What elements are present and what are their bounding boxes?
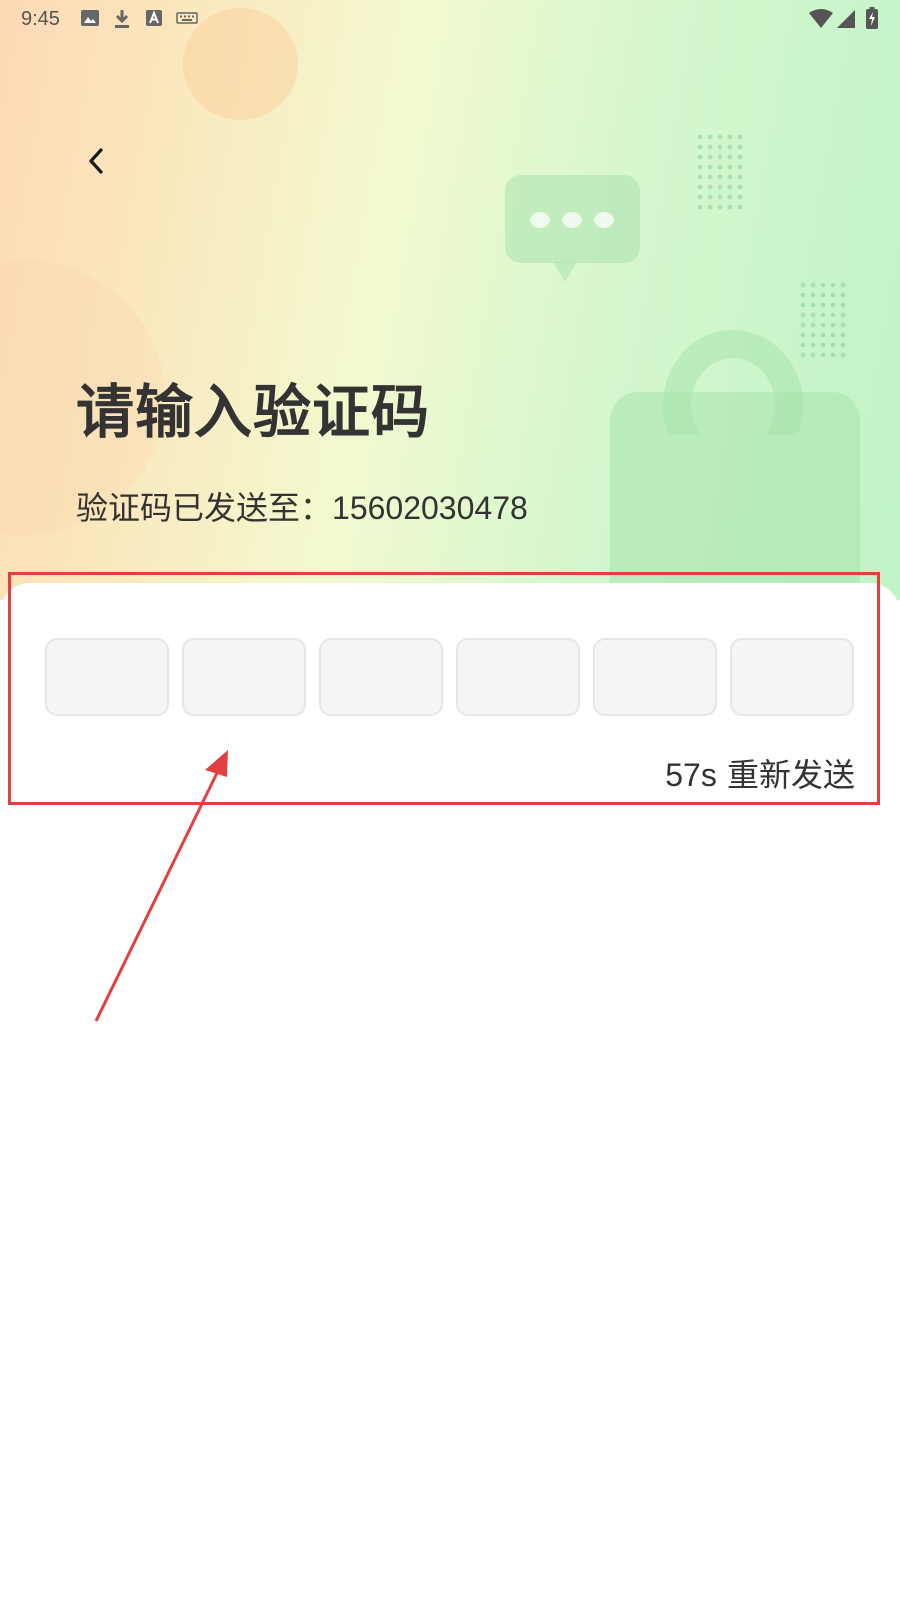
bubble-dot [530, 212, 550, 228]
code-digit-box[interactable] [182, 638, 306, 716]
image-icon [81, 10, 99, 26]
keyboard-icon [176, 12, 198, 24]
chat-bubble-tail [553, 262, 577, 282]
resend-code-button[interactable]: 57s 重新发送 [665, 750, 855, 796]
resend-countdown: 57s [665, 757, 717, 793]
download-icon [115, 10, 129, 28]
wifi-icon [809, 9, 833, 28]
status-time: 9:45 [21, 8, 60, 30]
code-digit-box[interactable] [456, 638, 580, 716]
code-digit-box[interactable] [319, 638, 443, 716]
code-digit-box[interactable] [730, 638, 854, 716]
phone-number: 15602030478 [332, 490, 528, 526]
code-sent-info: 验证码已发送至：15602030478 [76, 483, 528, 529]
content-card [0, 583, 900, 1613]
signal-icon [837, 10, 855, 28]
bubble-dot [562, 212, 582, 228]
dot-grid-decoration [695, 132, 745, 212]
status-bar: 9:45 [0, 0, 900, 36]
resend-label: 重新发送 [726, 756, 855, 794]
bubble-dot [594, 212, 614, 228]
shopping-bag-decoration [610, 392, 860, 600]
code-digit-box[interactable] [593, 638, 717, 716]
chevron-left-icon [89, 148, 103, 174]
code-digit-box[interactable] [45, 638, 169, 716]
back-button[interactable] [70, 135, 122, 187]
dot-grid-decoration [798, 280, 848, 360]
battery-charging-icon [866, 7, 878, 29]
sent-to-label: 验证码已发送至： [76, 489, 333, 527]
page-title: 请输入验证码 [76, 378, 431, 446]
text-a-icon [146, 10, 162, 26]
